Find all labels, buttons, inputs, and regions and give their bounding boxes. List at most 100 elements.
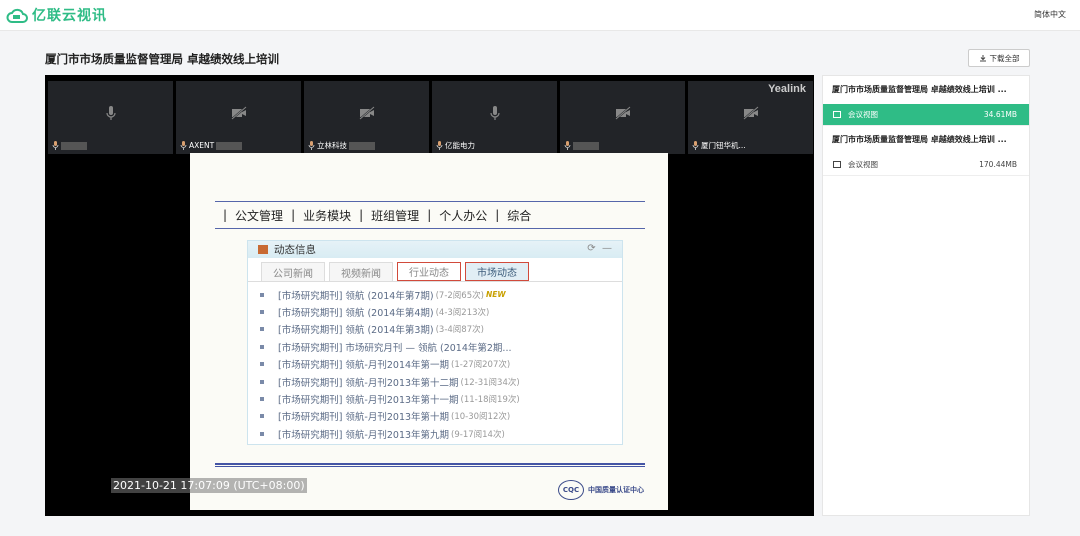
panel-tab: 视频新闻 [329, 262, 393, 281]
cloud-logo-icon [6, 8, 28, 23]
news-row-text: [市场研究期刊] 市场研究月刊 — 领航 (2014年第2期... [278, 342, 512, 354]
participant-label: AXENT [180, 140, 243, 151]
news-row-text: [市场研究期刊] 领航-月刊2013年第十一期 [278, 395, 459, 407]
slide-menu: | 公文管理 | 业务模块 | 班组管理 | 个人办公 | 综合 [215, 201, 645, 229]
recording-group: 厦门市市场质量监督管理局 卓越绩效线上培训 ... 会议视图 34.61MB [823, 76, 1029, 126]
participant-label: 立林科技 [308, 140, 375, 151]
slide-rule-bottom [215, 466, 645, 467]
blurred-name [216, 141, 243, 150]
camera-off-icon [742, 106, 759, 120]
participant-name: 厦门钮华机... [701, 141, 746, 150]
recording-size: 34.61MB [983, 110, 1017, 119]
news-row-text: [市场研究期刊] 领航-月刊2014年第一期 [278, 360, 450, 372]
slide-menu-item: 班组管理 [371, 208, 420, 223]
panel-tab: 公司新闻 [261, 262, 325, 281]
news-row-count: (7-2阅65次) [435, 290, 484, 301]
recording-title[interactable]: 厦门市市场质量监督管理局 卓越绩效线上培训 ... [823, 76, 1029, 104]
new-badge: NEW [485, 290, 506, 300]
blurred-name [349, 141, 375, 150]
recording-size: 170.44MB [979, 160, 1017, 169]
participant-strip: AXENT 立林科技 亿能电力 厦门钮华机... [48, 81, 814, 154]
row-bullet [260, 362, 264, 367]
language-selector[interactable]: 简体中文 [1034, 9, 1066, 20]
participant-tile[interactable]: AXENT [176, 81, 301, 154]
participant-tile[interactable]: 亿能电力 [432, 81, 557, 154]
participant-tile[interactable]: 立林科技 [304, 81, 429, 154]
mic-status-icon [436, 141, 443, 150]
news-row-count: (10-30阅12次) [451, 412, 511, 423]
news-row-count: (9-17阅14次) [451, 429, 505, 440]
recording-item[interactable]: 会议视图 170.44MB [823, 154, 1029, 176]
recording-list: 厦门市市场质量监督管理局 卓越绩效线上培训 ... 会议视图 34.61MB 厦门市市… [822, 75, 1030, 516]
recording-title[interactable]: 厦门市市场质量监督管理局 卓越绩效线上培训 ... [823, 126, 1029, 154]
document-icon [258, 245, 268, 254]
row-bullet [260, 431, 264, 436]
panel-header: 动态信息 ⟳ — [248, 241, 622, 258]
cqc-logo: CQC 中国质量认证中心 [558, 480, 644, 500]
participant-name: 立林科技 [317, 141, 347, 150]
news-row: [市场研究期刊] 领航 (2014年第4期) (4-3阅213次) [260, 303, 622, 320]
recording-group: 厦门市市场质量监督管理局 卓越绩效线上培训 ... 会议视图 170.44MB [823, 126, 1029, 176]
news-row: [市场研究期刊] 市场研究月刊 — 领航 (2014年第2期... [260, 338, 622, 355]
row-bullet [260, 344, 264, 349]
news-row-text: [市场研究期刊] 领航-月刊2013年第九期 [278, 429, 450, 441]
participant-label [52, 140, 87, 151]
news-row: [市场研究期刊] 领航 (2014年第3期) (3-4阅87次) [260, 321, 622, 338]
video-player[interactable]: AXENT 立林科技 亿能电力 厦门钮华机... Yealink | 公文管理 | 业务模块… [45, 75, 814, 516]
row-bullet [260, 292, 264, 297]
refresh-minimize-icon: ⟳ — [587, 243, 612, 254]
page-title: 厦门市市场质量监督管理局 卓越绩效线上培训 [45, 52, 280, 66]
news-row: [市场研究期刊] 领航 (2014年第7期) (7-2阅65次) NEW [260, 286, 622, 303]
video-icon [833, 161, 841, 168]
camera-off-icon [358, 106, 375, 120]
news-row-count: (1-27阅207次) [451, 360, 511, 371]
news-row-text: [市场研究期刊] 领航-月刊2013年第十期 [278, 412, 450, 424]
news-row: [市场研究期刊] 领航-月刊2013年第十二期 (12-31阅34次) [260, 373, 622, 390]
news-row-text: [市场研究期刊] 领航 (2014年第7期) [278, 290, 434, 302]
slide-menu-item: 个人办公 [439, 208, 488, 223]
recording-item[interactable]: 会议视图 34.61MB [823, 104, 1029, 126]
panel-tab: 市场动态 [465, 262, 529, 281]
participant-label: 厦门钮华机... [692, 140, 746, 151]
menu-separator: | [495, 208, 500, 222]
participant-tile[interactable] [48, 81, 173, 154]
app-logo[interactable]: 亿联云视讯 [6, 5, 107, 25]
mic-status-icon [308, 141, 315, 150]
camera-off-icon [230, 106, 247, 120]
news-row-count: (11-18阅19次) [460, 395, 520, 406]
slide-menu-item: 综合 [507, 208, 532, 223]
download-all-label: 下载全部 [989, 53, 1020, 63]
cqc-seal: CQC [558, 480, 584, 500]
participant-label [564, 140, 599, 151]
recording-timestamp: 2021-10-21 17:07:09 (UTC+08:00) [111, 478, 307, 493]
slide-rule-top [215, 463, 645, 465]
news-row-count: (3-4阅87次) [435, 325, 484, 336]
video-icon [833, 111, 841, 118]
app-name: 亿联云视讯 [32, 8, 107, 24]
news-row-text: [市场研究期刊] 领航-月刊2013年第十二期 [278, 377, 459, 389]
blurred-name [61, 141, 87, 150]
mic-status-icon [692, 141, 699, 150]
news-row-count: (4-3阅213次) [435, 308, 490, 319]
row-bullet [260, 327, 264, 332]
panel-tab: 行业动态 [397, 262, 461, 281]
participant-tile[interactable] [560, 81, 685, 154]
news-row-count: (12-31阅34次) [460, 377, 520, 388]
row-bullet [260, 310, 264, 315]
recording-item-label: 会议视图 [848, 110, 878, 119]
row-bullet [260, 397, 264, 402]
news-row-text: [市场研究期刊] 领航 (2014年第3期) [278, 325, 434, 337]
mic-status-icon [180, 141, 187, 150]
brand-watermark: Yealink [768, 83, 806, 95]
blurred-name [573, 141, 599, 150]
download-icon [979, 55, 986, 62]
news-row: [市场研究期刊] 领航-月刊2013年第十一期 (11-18阅19次) [260, 390, 622, 407]
menu-separator: | [359, 208, 364, 222]
camera-off-icon [614, 106, 631, 120]
menu-separator: | [291, 208, 296, 222]
menu-separator: | [223, 208, 228, 222]
mic-status-icon [564, 141, 571, 150]
download-all-button[interactable]: 下载全部 [968, 49, 1030, 67]
cqc-name: 中国质量认证中心 [588, 486, 644, 494]
news-row: [市场研究期刊] 领航-月刊2013年第十期 (10-30阅12次) [260, 408, 622, 425]
